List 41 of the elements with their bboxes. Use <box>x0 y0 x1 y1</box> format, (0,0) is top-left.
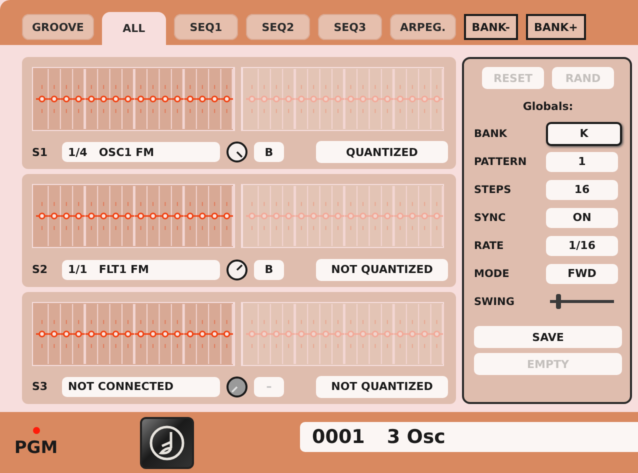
globals-heading: Globals: <box>522 100 574 113</box>
slider-thumb[interactable] <box>556 294 562 309</box>
lane-label: S3 <box>32 380 49 394</box>
quantize-button[interactable]: NOT QUANTIZED <box>316 376 448 398</box>
value-field[interactable]: 1/16 <box>546 236 618 256</box>
knob[interactable] <box>226 141 248 164</box>
program-label: PGM <box>14 438 58 458</box>
field-label: MODE <box>474 268 510 280</box>
tab[interactable]: ARPEG. <box>390 14 456 40</box>
modulation-target-field[interactable]: 1/1 FLT1 FM <box>62 260 220 280</box>
music-note-button[interactable] <box>140 416 194 468</box>
field-label: SWING <box>474 296 516 308</box>
channel-field[interactable]: B <box>254 142 284 162</box>
knob[interactable] <box>226 258 248 281</box>
tab[interactable]: SEQ1 <box>174 14 238 40</box>
channel-field[interactable]: B <box>254 260 284 280</box>
field-label: BANK <box>474 128 508 140</box>
tab[interactable]: ALL <box>102 12 166 45</box>
value-field[interactable]: 16 <box>546 180 618 200</box>
lane-label: S2 <box>32 263 49 276</box>
quantize-button[interactable]: NOT QUANTIZED <box>316 258 448 281</box>
value-field[interactable]: K <box>546 122 622 146</box>
modulation-target-field[interactable]: 1/4 OSC1 FM <box>62 142 220 162</box>
field-label: PATTERN <box>474 156 528 168</box>
save-button[interactable]: SAVE <box>474 326 622 348</box>
bank-step-button[interactable]: BANK+ <box>526 14 586 40</box>
bank-step-button[interactable]: BANK- <box>464 14 518 40</box>
program-name: 3 Osc <box>386 426 446 448</box>
value-field[interactable]: ON <box>546 208 618 228</box>
tab[interactable]: SEQ2 <box>246 14 310 40</box>
modulation-target-field[interactable]: NOT CONNECTED <box>62 376 220 397</box>
field-label: SYNC <box>474 212 507 224</box>
value-field[interactable]: FWD <box>546 264 618 284</box>
tab[interactable]: SEQ3 <box>318 14 382 40</box>
field-label: STEPS <box>474 184 512 196</box>
tab[interactable]: GROOVE <box>22 14 94 40</box>
program-number: 0001 <box>312 426 365 448</box>
value-field[interactable]: 1 <box>546 152 618 172</box>
field-label: RATE <box>474 240 505 252</box>
quantize-button[interactable]: QUANTIZED <box>316 141 448 164</box>
lane-label: S1 <box>32 146 49 159</box>
